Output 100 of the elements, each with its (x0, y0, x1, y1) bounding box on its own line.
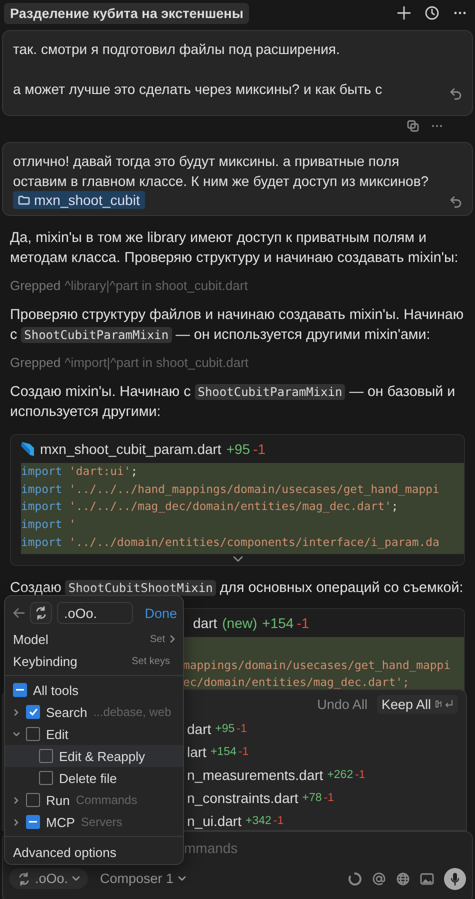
code-line: import '../../../hand_mappings/domain/usecases/get_hand_mappi (21, 480, 440, 498)
tool-row[interactable]: Edit (5, 723, 183, 745)
spinner-icon (348, 872, 362, 886)
tool-row[interactable]: Search ...debase, web (5, 701, 183, 723)
removed-count: -1 (236, 723, 247, 736)
code-line: import ' (21, 516, 77, 534)
file-name[interactable]: mxn_shoot_cubit_param.dart (40, 441, 222, 457)
tool-option[interactable]: MCP (46, 814, 75, 830)
file-chip[interactable]: mxn_shoot_cubit (13, 191, 145, 209)
chevron-right-icon[interactable] (13, 818, 20, 826)
chevron-down-icon[interactable] (232, 556, 242, 562)
added-count: +95 (226, 441, 250, 457)
file-name[interactable]: n_ui.dart (187, 813, 242, 830)
checkbox[interactable] (26, 793, 40, 807)
tool-option[interactable]: Run (46, 792, 70, 808)
added-count: +95 (215, 723, 235, 736)
settings-row[interactable]: Model Set (5, 628, 183, 650)
globe-icon[interactable] (396, 872, 410, 886)
at-icon[interactable] (372, 872, 386, 886)
checkbox[interactable] (26, 727, 40, 741)
loop-button[interactable] (30, 602, 52, 624)
tool-option[interactable]: Delete file (59, 770, 117, 786)
tool-option[interactable]: All tools (33, 682, 79, 698)
file-name[interactable]: lart (187, 744, 206, 760)
tool-row[interactable]: MCP Servers (5, 811, 183, 833)
added-count: +154 (262, 614, 294, 631)
folder-icon (18, 195, 30, 205)
tool-option[interactable]: Edit & Reapply (59, 748, 145, 764)
assistant-paragraph: Да, mixin'ы в том же library имеют доступ к приватным полям и методам класса. Проверяю структуру и начинаю создавать mixin'ы: (10, 229, 460, 268)
name-field[interactable]: .oOo. (57, 602, 133, 624)
undo-icon[interactable] (449, 87, 462, 101)
tool-label: Grepped (10, 355, 61, 370)
caret-icon (72, 876, 80, 882)
keep-all-button[interactable]: Keep All (377, 694, 458, 714)
dart-logo-icon (19, 441, 35, 457)
advanced-options-link[interactable]: Advanced options (5, 840, 183, 864)
assistant-paragraph: Проверяю структуру файлов и начинаю создавать mixin'ы. Начинаю с ShootCubitParamMixin — он используется другими mixin'ами: (10, 306, 465, 345)
caret-icon (178, 876, 186, 882)
microphone-button[interactable] (444, 868, 466, 890)
user-message-card[interactable]: так. смотри я подготовил файлы под расширения. а может лучше это сделать через миксины? и как быть с (2, 30, 473, 116)
chevron-right-icon[interactable] (13, 796, 20, 804)
tool-option[interactable]: Search (46, 704, 88, 720)
removed-count: -1 (238, 746, 249, 758)
model-selector[interactable]: Composer 1 (94, 870, 192, 888)
back-arrow-icon[interactable] (13, 608, 25, 618)
removed-count: -1 (273, 815, 284, 828)
message-text: так. смотри я подготовил файлы под расширения. (13, 40, 341, 59)
added-count: +78 (302, 792, 322, 804)
user-message-card[interactable]: отлично! давай тогда это будут миксины. а приватные поля оставим в главном классе. К ним же будет доступ из миксинов? mxn_shoot_cubit (2, 142, 473, 216)
added-count: +262 (327, 769, 354, 782)
new-tag: (new) (222, 614, 258, 631)
history-icon[interactable] (425, 6, 439, 20)
checkbox[interactable] (26, 815, 40, 829)
tool-row[interactable]: Delete file (5, 767, 183, 789)
tool-detail: ^library|^part in shoot_cubit.dart (64, 278, 248, 293)
code-line: import '../../../mag_dec/domain/entities/mag_dec.dart'; (21, 498, 400, 516)
check-icon (28, 708, 38, 716)
agent-selector[interactable]: .oOo. (9, 868, 88, 890)
plus-icon[interactable] (397, 6, 411, 20)
checkbox[interactable] (39, 749, 53, 763)
tool-option[interactable]: Edit (46, 726, 68, 742)
removed-count: -1 (296, 614, 310, 631)
checkbox[interactable] (13, 683, 27, 697)
shortcut-icon (434, 699, 454, 710)
message-text: отлично! давай тогда это будут миксины. а приватные поля оставим в главном классе. К ним же будет доступ из миксинов? (13, 152, 430, 191)
code-line: import '../../domain/entities/components/interface/i_param.da (21, 534, 440, 551)
file-name[interactable]: dart (187, 721, 212, 738)
tool-label: Grepped (10, 278, 61, 293)
message-text: а может лучше это сделать через миксины? и как быть с (13, 80, 384, 99)
tool-detail: ^import|^part in shoot_cubit.dart (64, 355, 249, 370)
chat-title[interactable]: Разделение кубита на экстеншены (4, 2, 250, 24)
file-name[interactable]: n_measurements.dart (187, 767, 324, 784)
removed-count: -1 (253, 441, 266, 457)
file-name[interactable]: dart (193, 614, 218, 631)
file-name[interactable]: n_constraints.dart (187, 790, 298, 806)
removed-count: -1 (324, 792, 334, 804)
done-button[interactable]: Done (144, 606, 177, 620)
code-line: import 'dart:ui'; (21, 463, 139, 480)
chevron-right-icon[interactable] (13, 708, 20, 716)
settings-row[interactable]: Keybinding Set keys (5, 650, 183, 672)
added-count: +154 (210, 746, 236, 758)
tool-hint: Servers (80, 815, 122, 829)
image-icon[interactable] (420, 872, 434, 885)
tool-hint: Commands (76, 793, 138, 807)
tool-row[interactable]: Run Commands (5, 789, 183, 811)
copy-icon[interactable] (407, 120, 419, 132)
undo-all-button[interactable]: Undo All (313, 694, 372, 714)
assistant-paragraph: Создаю ShootCubitShootMixin для основных операций со съемкой: (10, 578, 464, 598)
code-line: mappings/domain/usecases/get_hand_mappi (183, 656, 452, 674)
loop-icon (34, 606, 48, 620)
added-count: +342 (245, 815, 272, 828)
tool-row[interactable]: Edit & Reapply (5, 745, 183, 767)
tool-hint: ...debase, web (93, 705, 172, 719)
microphone-icon (450, 872, 460, 886)
checkbox[interactable] (26, 705, 40, 719)
loop-icon (17, 872, 31, 886)
undo-icon[interactable] (449, 195, 462, 209)
checkbox[interactable] (39, 771, 53, 785)
chevron-down-icon[interactable] (13, 732, 20, 736)
code-line: ec/domain/entities/mag_dec.dart'; (183, 674, 410, 692)
